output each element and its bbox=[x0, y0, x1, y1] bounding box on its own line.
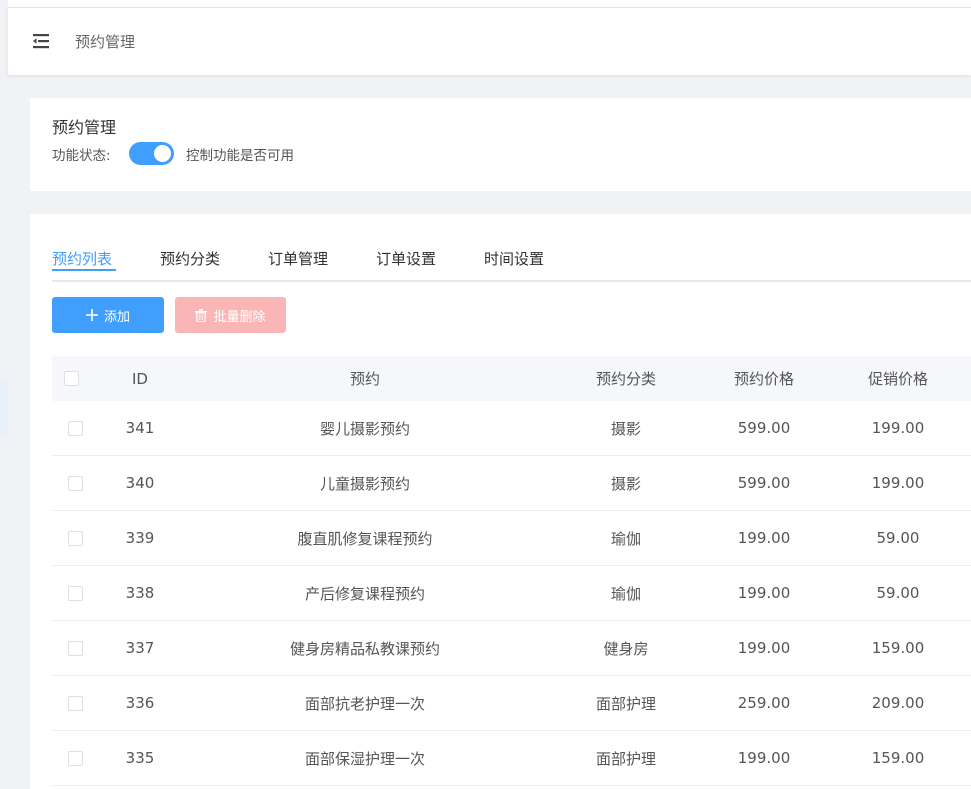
cell-name: 腹直肌修复课程预约 bbox=[297, 529, 433, 548]
cell-promo-price: 199.00 bbox=[871, 419, 925, 437]
row-checkbox-cell bbox=[62, 731, 90, 785]
table-header: ID 预约 预约分类 预约价格 促销价格 bbox=[52, 356, 971, 401]
row-checkbox-cell bbox=[62, 621, 90, 675]
column-header-price: 预约价格 bbox=[733, 370, 794, 388]
row-checkbox[interactable] bbox=[68, 475, 83, 491]
cell-category: 摄影 bbox=[610, 474, 641, 493]
plus-icon bbox=[85, 309, 98, 321]
cell-name: 产后修复课程预约 bbox=[304, 584, 425, 603]
cell-promo-price: 59.00 bbox=[876, 584, 920, 602]
row-checkbox[interactable] bbox=[68, 420, 83, 436]
appointment-table: ID 预约 预约分类 预约价格 促销价格 341 婴儿摄影预约 摄影 599.0… bbox=[52, 356, 971, 786]
cell-id: 339 bbox=[125, 529, 155, 547]
row-checkbox[interactable] bbox=[68, 640, 83, 656]
sidebar-collapsed bbox=[0, 0, 8, 789]
cell-name: 面部抗老护理一次 bbox=[304, 694, 425, 713]
row-checkbox-cell bbox=[62, 511, 90, 565]
add-button-label: 添加 bbox=[103, 309, 130, 325]
cell-name: 儿童摄影预约 bbox=[319, 474, 410, 493]
status-hint: 控制功能是否可用 bbox=[186, 148, 294, 164]
cell-price: 199.00 bbox=[737, 584, 791, 602]
top-navbar: 预约管理 bbox=[8, 8, 971, 75]
cell-category: 面部护理 bbox=[595, 694, 656, 713]
row-checkbox-cell bbox=[62, 676, 90, 730]
table-row: 337 健身房精品私教课预约 健身房 199.00 159.00 bbox=[52, 621, 971, 676]
top-edge bbox=[0, 0, 971, 8]
table-row: 335 面部保湿护理一次 面部护理 199.00 159.00 bbox=[52, 731, 971, 786]
cell-promo-price: 159.00 bbox=[871, 639, 925, 657]
row-checkbox-cell bbox=[62, 401, 90, 455]
cell-category: 瑜伽 bbox=[610, 529, 641, 548]
sidebar-active-item[interactable] bbox=[0, 380, 8, 436]
table-row: 341 婴儿摄影预约 摄影 599.00 199.00 bbox=[52, 401, 971, 456]
cell-price: 199.00 bbox=[737, 639, 791, 657]
header-checkbox-cell bbox=[62, 356, 90, 401]
cell-id: 340 bbox=[125, 474, 155, 492]
status-label: 功能状态: bbox=[52, 148, 111, 164]
tab-active-indicator bbox=[52, 269, 116, 271]
feature-status-toggle[interactable] bbox=[129, 142, 174, 165]
cell-id: 338 bbox=[125, 584, 155, 602]
row-checkbox[interactable] bbox=[68, 530, 83, 546]
cell-category: 面部护理 bbox=[595, 749, 656, 768]
column-header-name: 预约 bbox=[349, 370, 380, 388]
row-checkbox-cell bbox=[62, 566, 90, 620]
cell-id: 337 bbox=[125, 639, 155, 657]
cell-promo-price: 59.00 bbox=[876, 529, 920, 547]
cell-price: 259.00 bbox=[737, 694, 791, 712]
table-row: 340 儿童摄影预约 摄影 599.00 199.00 bbox=[52, 456, 971, 511]
trash-icon bbox=[195, 308, 208, 322]
column-header-id: ID bbox=[132, 369, 148, 388]
tab-order-management[interactable]: 订单管理 bbox=[268, 248, 328, 269]
breadcrumb[interactable]: 预约管理 bbox=[75, 31, 135, 52]
cell-price: 599.00 bbox=[737, 419, 791, 437]
cell-category: 摄影 bbox=[610, 419, 641, 438]
select-all-checkbox[interactable] bbox=[64, 371, 79, 386]
cell-price: 599.00 bbox=[737, 474, 791, 492]
cell-promo-price: 199.00 bbox=[871, 474, 925, 492]
table-row: 336 面部抗老护理一次 面部护理 259.00 209.00 bbox=[52, 676, 971, 731]
cell-id: 336 bbox=[125, 694, 155, 712]
cell-name: 婴儿摄影预约 bbox=[319, 419, 410, 438]
batch-delete-button[interactable]: 批量删除 bbox=[175, 297, 286, 333]
menu-fold-icon[interactable] bbox=[32, 32, 50, 50]
table-row: 339 腹直肌修复课程预约 瑜伽 199.00 59.00 bbox=[52, 511, 971, 566]
cell-category: 健身房 bbox=[603, 639, 649, 658]
tab-time-settings[interactable]: 时间设置 bbox=[484, 248, 544, 269]
cell-id: 341 bbox=[125, 419, 155, 437]
cell-promo-price: 209.00 bbox=[871, 694, 925, 712]
row-checkbox[interactable] bbox=[68, 695, 83, 711]
column-header-category: 预约分类 bbox=[595, 370, 656, 388]
add-button[interactable]: 添加 bbox=[52, 297, 164, 333]
list-card: 预约列表 预约分类 订单管理 订单设置 时间设置 添加 批量删除 ID 预约 预… bbox=[30, 214, 971, 789]
tab-appointment-list[interactable]: 预约列表 bbox=[52, 248, 116, 271]
cell-price: 199.00 bbox=[737, 529, 791, 547]
tab-order-settings[interactable]: 订单设置 bbox=[376, 248, 436, 269]
toggle-knob bbox=[154, 145, 171, 162]
row-checkbox-cell bbox=[62, 456, 90, 510]
cell-name: 面部保湿护理一次 bbox=[304, 749, 425, 768]
cell-promo-price: 159.00 bbox=[871, 749, 925, 767]
tab-bar: 预约列表 预约分类 订单管理 订单设置 时间设置 bbox=[52, 248, 971, 282]
tab-appointment-category[interactable]: 预约分类 bbox=[160, 248, 220, 269]
feature-status-card: 预约管理 功能状态: 控制功能是否可用 bbox=[30, 98, 971, 191]
table-row: 338 产后修复课程预约 瑜伽 199.00 59.00 bbox=[52, 566, 971, 621]
column-header-promo-price: 促销价格 bbox=[867, 370, 928, 388]
cell-category: 瑜伽 bbox=[610, 584, 641, 603]
row-checkbox[interactable] bbox=[68, 750, 83, 766]
row-checkbox[interactable] bbox=[68, 585, 83, 601]
cell-price: 199.00 bbox=[737, 749, 791, 767]
cell-id: 335 bbox=[125, 749, 155, 767]
cell-name: 健身房精品私教课预约 bbox=[289, 639, 440, 658]
feature-title: 预约管理 bbox=[52, 118, 117, 137]
batch-delete-label: 批量删除 bbox=[213, 309, 266, 325]
